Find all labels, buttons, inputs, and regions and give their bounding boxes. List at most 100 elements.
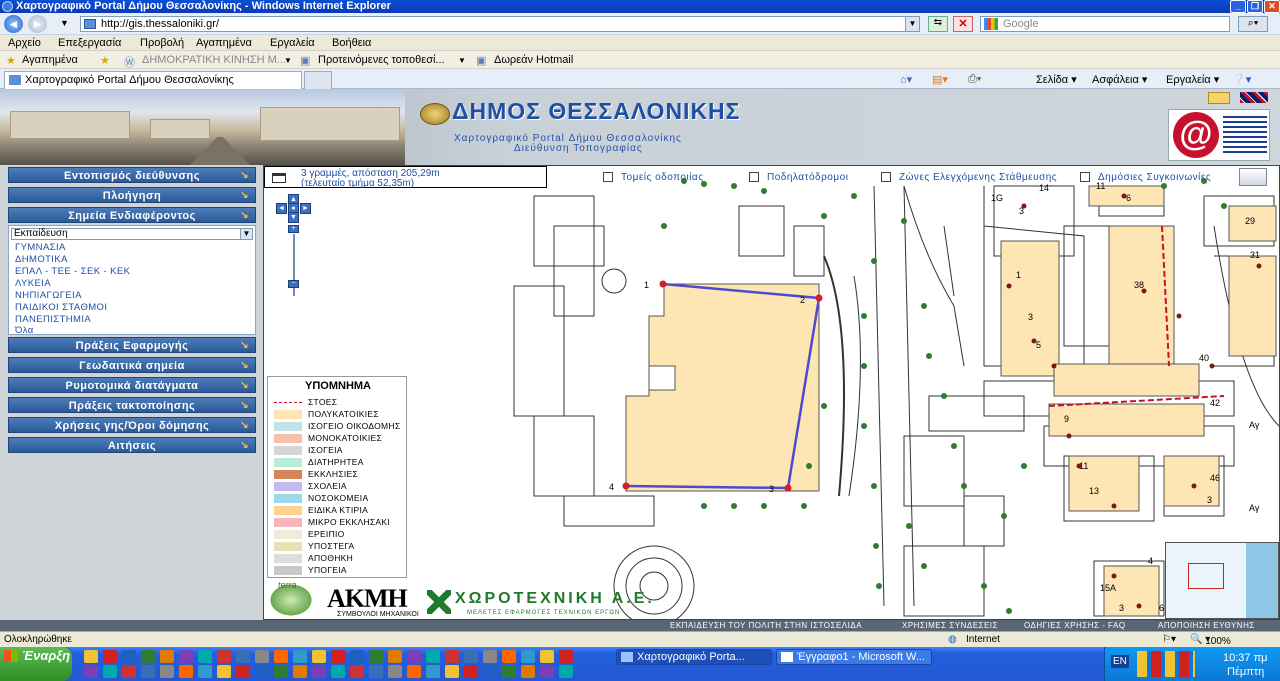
quick-launch-icon[interactable] (293, 650, 307, 663)
poi-category-select[interactable]: Εκπαίδευση ▼ (11, 228, 253, 240)
quick-launch-icon[interactable] (84, 650, 98, 663)
quick-launch-icon[interactable] (179, 650, 193, 663)
start-button[interactable]: Έναρξη (0, 647, 72, 681)
quick-launch-icon[interactable] (274, 650, 288, 663)
layer-road-sectors[interactable]: Τομείς οδοποιίας (603, 172, 704, 183)
home-icon[interactable]: ⌂▾ (900, 73, 912, 86)
minimize-button[interactable]: _ (1230, 0, 1246, 13)
search-input[interactable]: Google (980, 16, 1230, 32)
language-indicator[interactable]: EN (1111, 655, 1129, 668)
poi-item[interactable]: ΠΑΙΔΙΚΟΙ ΣΤΑΘΜΟΙ (15, 302, 107, 313)
page-menu[interactable]: Σελίδα ▾ (1036, 73, 1077, 86)
ruler-icon[interactable] (272, 173, 286, 183)
quick-launch-icon[interactable] (521, 650, 535, 663)
pan-right-icon[interactable]: ► (300, 203, 311, 214)
quick-launch-icon[interactable] (407, 650, 421, 663)
zoom-out-icon[interactable]: − (288, 280, 299, 288)
quick-launch-icon[interactable] (255, 650, 269, 663)
safety-menu[interactable]: Ασφάλεια ▾ (1092, 73, 1147, 86)
quick-launch-icon[interactable] (559, 650, 573, 663)
zoom-level[interactable]: 🔍 100% ▾ (1190, 634, 1231, 647)
quick-launch-icon[interactable] (502, 650, 516, 663)
quick-launch-icon[interactable] (103, 665, 117, 678)
quick-launch-icon[interactable] (350, 650, 364, 663)
print-icon[interactable]: ⎙▾ (968, 73, 981, 86)
tray-icons[interactable] (1137, 651, 1195, 677)
sidebar-locate-address[interactable]: Εντοπισμός διεύθυνσης ↘ (8, 167, 256, 183)
quick-launch-icon[interactable] (445, 665, 459, 678)
mail-icon[interactable] (1208, 92, 1230, 104)
fav-link-2[interactable]: Προτεινόμενες τοποθεσί... (318, 54, 445, 66)
quick-launch-icon[interactable] (236, 650, 250, 663)
quick-launch-icon[interactable] (236, 665, 250, 678)
poi-item[interactable]: ΠΑΝΕΠΙΣΤΗΜΙΑ (15, 314, 91, 325)
new-tab-button[interactable] (304, 71, 332, 89)
quick-launch-icon[interactable] (464, 665, 478, 678)
task-ie-window[interactable]: Χαρτογραφικό Porta... (616, 649, 772, 665)
history-dropdown-icon[interactable]: ▼ (60, 18, 69, 28)
maximize-button[interactable]: ❐ (1247, 0, 1263, 13)
sidebar-land-use[interactable]: Χρήσεις γης/Όροι δόμησης ↘ (8, 417, 256, 433)
quick-launch-icon[interactable] (407, 665, 421, 678)
map-canvas[interactable]: 1 2 3 4 1G 3 14 11 6 29 31 1 3 5 38 40 4… (263, 165, 1280, 620)
quick-launch-icon[interactable] (445, 650, 459, 663)
quick-launch-icon[interactable] (426, 665, 440, 678)
quick-launch-icon[interactable] (540, 650, 554, 663)
pan-down-icon[interactable]: ▼ (288, 212, 299, 223)
poi-item[interactable]: ΝΗΠΙΑΓΩΓΕΙΑ (15, 290, 82, 301)
fav-link-2-dropdown-icon[interactable]: ▼ (458, 56, 466, 65)
task-word-window[interactable]: Έγγραφο1 - Microsoft W... (776, 649, 932, 665)
quick-launch-icon[interactable] (84, 665, 98, 678)
zoom-in-icon[interactable]: + (288, 225, 299, 233)
help-icon[interactable]: ❔▾ (1232, 73, 1251, 86)
protected-mode-icon[interactable]: ⚐▾ (1162, 634, 1176, 645)
menu-favorites[interactable]: Αγαπημένα (196, 37, 252, 49)
forward-icon[interactable]: ► (28, 15, 47, 33)
footer-link-useful-links[interactable]: ΧΡΗΣΙΜΕΣ ΣΥΝΔΕΣΕΙΣ (902, 620, 998, 631)
menu-view[interactable]: Προβολή (140, 37, 184, 49)
quick-launch-icon[interactable] (122, 650, 136, 663)
quick-launch-icon[interactable] (312, 665, 326, 678)
quick-launch-icon[interactable] (103, 650, 117, 663)
quick-launch-icon[interactable] (350, 665, 364, 678)
layer-public-transport[interactable]: Δημόσιες Συγκοινωνίες (1080, 172, 1211, 183)
footer-link-faq[interactable]: ΟΔΗΓΙΕΣ ΧΡΗΣΗΣ - FAQ (1024, 620, 1126, 631)
address-dropdown-icon[interactable]: ▼ (905, 17, 919, 31)
quick-launch-icon[interactable] (540, 665, 554, 678)
quick-launch-icon[interactable] (559, 665, 573, 678)
pan-left-icon[interactable]: ◄ (276, 203, 287, 214)
refresh-icon[interactable]: ⇆ (928, 16, 948, 32)
quick-launch-icon[interactable] (388, 665, 402, 678)
sidebar-requests[interactable]: Αιτήσεις ↘ (8, 437, 256, 453)
quick-launch-icon[interactable] (217, 665, 231, 678)
back-icon[interactable]: ◄ (4, 15, 23, 33)
sidebar-application-acts[interactable]: Πράξεις Εφαρμογής ↘ (8, 337, 256, 353)
sidebar-zoning-decrees[interactable]: Ρυμοτομικά διατάγματα ↘ (8, 377, 256, 393)
quick-launch-icon[interactable] (179, 665, 193, 678)
minimap-viewport[interactable] (1188, 563, 1224, 589)
close-button[interactable]: ✕ (1264, 0, 1280, 13)
footer-link-disclaimer[interactable]: ΑΠΟΠΟΙΗΣΗ ΕΥΘΥΝΗΣ (1158, 620, 1255, 631)
quick-launch-icon[interactable] (255, 665, 269, 678)
stop-icon[interactable]: ✕ (953, 16, 973, 32)
quick-launch-icon[interactable] (141, 650, 155, 663)
layer-parking-zones[interactable]: Ζώνες Ελεγχόμενης Στάθμευσης (881, 172, 1057, 183)
quick-launch-icon[interactable] (198, 665, 212, 678)
poi-item[interactable]: ΔΗΜΟΤΙΚΑ (15, 254, 68, 265)
search-icon[interactable]: ⌕▾ (1238, 16, 1268, 32)
quick-launch-icon[interactable] (122, 665, 136, 678)
quick-launch-icon[interactable] (521, 665, 535, 678)
quick-launch-icon[interactable] (160, 650, 174, 663)
fav-link-3[interactable]: Δωρεάν Hotmail (494, 54, 573, 66)
quick-launch-icon[interactable] (274, 665, 288, 678)
sidebar-navigation[interactable]: Πλοήγηση ↘ (8, 187, 256, 203)
footer-link-education[interactable]: ΕΚΠΑΙΔΕΥΣΗ ΤΟΥ ΠΟΛΙΤΗ ΣΤΗΝ ΙΣΤΟΣΕΛΙΔΑ (670, 620, 862, 631)
menu-tools[interactable]: Εργαλεία (270, 37, 315, 49)
poi-item[interactable]: ΕΠΑΛ - ΤΕΕ - ΣΕΚ - ΚΕΚ (15, 266, 130, 277)
quick-launch-icon[interactable] (369, 665, 383, 678)
tools-menu[interactable]: Εργαλεία ▾ (1166, 73, 1219, 86)
menu-file[interactable]: Αρχείο (8, 37, 41, 49)
quick-launch-icon[interactable] (331, 650, 345, 663)
quick-launch-icon[interactable] (483, 665, 497, 678)
poi-item[interactable]: Όλα (15, 325, 34, 336)
